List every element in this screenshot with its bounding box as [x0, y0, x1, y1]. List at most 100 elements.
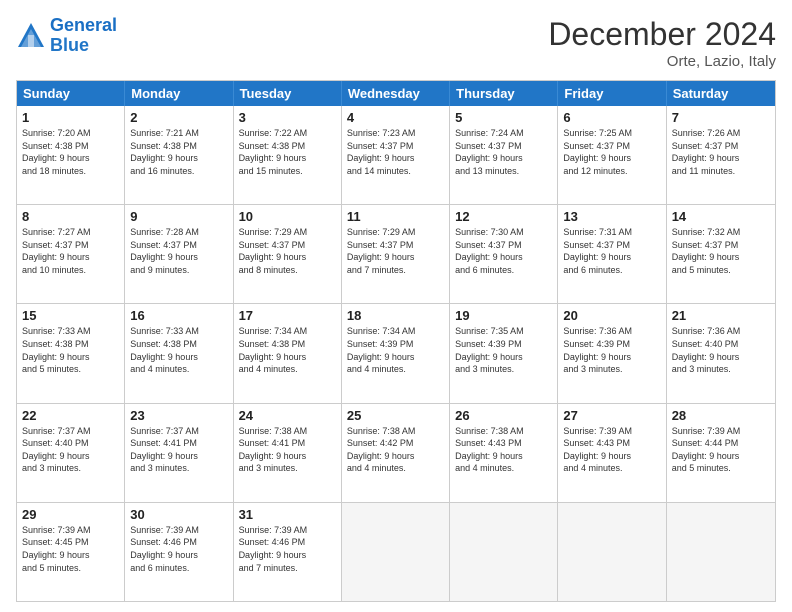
table-row: 26 Sunrise: 7:38 AMSunset: 4:43 PMDayligh…	[450, 404, 558, 502]
logo-line2: Blue	[50, 35, 89, 55]
cell-info: Sunrise: 7:37 AMSunset: 4:40 PMDaylight:…	[22, 425, 119, 475]
cell-info: Sunrise: 7:39 AMSunset: 4:44 PMDaylight:…	[672, 425, 770, 475]
day-number: 27	[563, 408, 660, 423]
table-row: 31 Sunrise: 7:39 AMSunset: 4:46 PMDayligh…	[234, 503, 342, 601]
cell-info: Sunrise: 7:28 AMSunset: 4:37 PMDaylight:…	[130, 226, 227, 276]
cell-info: Sunrise: 7:38 AMSunset: 4:41 PMDaylight:…	[239, 425, 336, 475]
cell-info: Sunrise: 7:38 AMSunset: 4:43 PMDaylight:…	[455, 425, 552, 475]
day-number: 19	[455, 308, 552, 323]
day-number: 4	[347, 110, 444, 125]
cell-info: Sunrise: 7:38 AMSunset: 4:42 PMDaylight:…	[347, 425, 444, 475]
cell-info: Sunrise: 7:33 AMSunset: 4:38 PMDaylight:…	[22, 325, 119, 375]
table-row: 2 Sunrise: 7:21 AMSunset: 4:38 PMDaylight…	[125, 106, 233, 204]
day-number: 26	[455, 408, 552, 423]
page: General Blue December 2024 Orte, Lazio, …	[0, 0, 792, 612]
day-number: 31	[239, 507, 336, 522]
table-row: 18 Sunrise: 7:34 AMSunset: 4:39 PMDayligh…	[342, 304, 450, 402]
cell-info: Sunrise: 7:34 AMSunset: 4:38 PMDaylight:…	[239, 325, 336, 375]
table-row: 1Sunrise: 7:20 AMSunset: 4:38 PMDaylight…	[17, 106, 125, 204]
logo-line1: General	[50, 15, 117, 35]
calendar-row: 8Sunrise: 7:27 AMSunset: 4:37 PMDaylight…	[17, 204, 775, 303]
cell-info: Sunrise: 7:34 AMSunset: 4:39 PMDaylight:…	[347, 325, 444, 375]
day-number: 17	[239, 308, 336, 323]
cell-info: Sunrise: 7:29 AMSunset: 4:37 PMDaylight:…	[347, 226, 444, 276]
table-row	[450, 503, 558, 601]
calendar-row: 22Sunrise: 7:37 AMSunset: 4:40 PMDayligh…	[17, 403, 775, 502]
day-number: 10	[239, 209, 336, 224]
day-number: 5	[455, 110, 552, 125]
cell-info: Sunrise: 7:29 AMSunset: 4:37 PMDaylight:…	[239, 226, 336, 276]
table-row: 13Sunrise: 7:31 AMSunset: 4:37 PMDayligh…	[558, 205, 666, 303]
cell-info: Sunrise: 7:37 AMSunset: 4:41 PMDaylight:…	[130, 425, 227, 475]
table-row: 27 Sunrise: 7:39 AMSunset: 4:43 PMDayligh…	[558, 404, 666, 502]
table-row: 20 Sunrise: 7:36 AMSunset: 4:39 PMDayligh…	[558, 304, 666, 402]
day-number: 2	[130, 110, 227, 125]
cell-info: Sunrise: 7:33 AMSunset: 4:38 PMDaylight:…	[130, 325, 227, 375]
cell-info: Sunrise: 7:39 AMSunset: 4:46 PMDaylight:…	[130, 524, 227, 574]
day-number: 13	[563, 209, 660, 224]
table-row: 6Sunrise: 7:25 AMSunset: 4:37 PMDaylight…	[558, 106, 666, 204]
day-number: 24	[239, 408, 336, 423]
table-row: 16Sunrise: 7:33 AMSunset: 4:38 PMDayligh…	[125, 304, 233, 402]
day-number: 3	[239, 110, 336, 125]
cell-info: Sunrise: 7:30 AMSunset: 4:37 PMDaylight:…	[455, 226, 552, 276]
header-day-thursday: Thursday	[450, 81, 558, 106]
day-number: 18	[347, 308, 444, 323]
table-row: 29Sunrise: 7:39 AMSunset: 4:45 PMDayligh…	[17, 503, 125, 601]
logo: General Blue	[16, 16, 117, 56]
cell-info: Sunrise: 7:22 AMSunset: 4:38 PMDaylight:…	[239, 127, 336, 177]
header-day-tuesday: Tuesday	[234, 81, 342, 106]
cell-info: Sunrise: 7:24 AMSunset: 4:37 PMDaylight:…	[455, 127, 552, 177]
header-day-monday: Monday	[125, 81, 233, 106]
location: Orte, Lazio, Italy	[548, 53, 776, 70]
title-area: December 2024 Orte, Lazio, Italy	[548, 16, 776, 70]
cell-info: Sunrise: 7:21 AMSunset: 4:38 PMDaylight:…	[130, 127, 227, 177]
day-number: 23	[130, 408, 227, 423]
table-row: 12 Sunrise: 7:30 AMSunset: 4:37 PMDayligh…	[450, 205, 558, 303]
cell-info: Sunrise: 7:39 AMSunset: 4:43 PMDaylight:…	[563, 425, 660, 475]
cell-info: Sunrise: 7:27 AMSunset: 4:37 PMDaylight:…	[22, 226, 119, 276]
table-row: 3 Sunrise: 7:22 AMSunset: 4:38 PMDaylight…	[234, 106, 342, 204]
day-number: 12	[455, 209, 552, 224]
cell-info: Sunrise: 7:26 AMSunset: 4:37 PMDaylight:…	[672, 127, 770, 177]
table-row: 8Sunrise: 7:27 AMSunset: 4:37 PMDaylight…	[17, 205, 125, 303]
cell-info: Sunrise: 7:39 AMSunset: 4:46 PMDaylight:…	[239, 524, 336, 574]
cell-info: Sunrise: 7:36 AMSunset: 4:40 PMDaylight:…	[672, 325, 770, 375]
cell-info: Sunrise: 7:25 AMSunset: 4:37 PMDaylight:…	[563, 127, 660, 177]
header-day-friday: Friday	[558, 81, 666, 106]
cell-info: Sunrise: 7:23 AMSunset: 4:37 PMDaylight:…	[347, 127, 444, 177]
header: General Blue December 2024 Orte, Lazio, …	[16, 16, 776, 70]
day-number: 14	[672, 209, 770, 224]
table-row: 24 Sunrise: 7:38 AMSunset: 4:41 PMDayligh…	[234, 404, 342, 502]
cell-info: Sunrise: 7:35 AMSunset: 4:39 PMDaylight:…	[455, 325, 552, 375]
table-row: 7 Sunrise: 7:26 AMSunset: 4:37 PMDaylight…	[667, 106, 775, 204]
day-number: 28	[672, 408, 770, 423]
day-number: 11	[347, 209, 444, 224]
calendar-body: 1Sunrise: 7:20 AMSunset: 4:38 PMDaylight…	[17, 106, 775, 601]
calendar-row: 1Sunrise: 7:20 AMSunset: 4:38 PMDaylight…	[17, 106, 775, 204]
calendar-row: 29Sunrise: 7:39 AMSunset: 4:45 PMDayligh…	[17, 502, 775, 601]
table-row: 23 Sunrise: 7:37 AMSunset: 4:41 PMDayligh…	[125, 404, 233, 502]
logo-text: General Blue	[50, 16, 117, 56]
logo-icon	[16, 21, 46, 51]
table-row: 11 Sunrise: 7:29 AMSunset: 4:37 PMDayligh…	[342, 205, 450, 303]
day-number: 20	[563, 308, 660, 323]
cell-info: Sunrise: 7:20 AMSunset: 4:38 PMDaylight:…	[22, 127, 119, 177]
table-row: 19 Sunrise: 7:35 AMSunset: 4:39 PMDayligh…	[450, 304, 558, 402]
table-row: 17 Sunrise: 7:34 AMSunset: 4:38 PMDayligh…	[234, 304, 342, 402]
day-number: 7	[672, 110, 770, 125]
table-row: 21 Sunrise: 7:36 AMSunset: 4:40 PMDayligh…	[667, 304, 775, 402]
cell-info: Sunrise: 7:36 AMSunset: 4:39 PMDaylight:…	[563, 325, 660, 375]
cell-info: Sunrise: 7:39 AMSunset: 4:45 PMDaylight:…	[22, 524, 119, 574]
table-row: 15 Sunrise: 7:33 AMSunset: 4:38 PMDayligh…	[17, 304, 125, 402]
calendar-header: SundayMondayTuesdayWednesdayThursdayFrid…	[17, 81, 775, 106]
day-number: 21	[672, 308, 770, 323]
table-row: 28 Sunrise: 7:39 AMSunset: 4:44 PMDayligh…	[667, 404, 775, 502]
header-day-saturday: Saturday	[667, 81, 775, 106]
header-day-wednesday: Wednesday	[342, 81, 450, 106]
header-day-sunday: Sunday	[17, 81, 125, 106]
table-row: 5 Sunrise: 7:24 AMSunset: 4:37 PMDaylight…	[450, 106, 558, 204]
day-number: 15	[22, 308, 119, 323]
month-title: December 2024	[548, 16, 776, 53]
table-row: 25Sunrise: 7:38 AMSunset: 4:42 PMDayligh…	[342, 404, 450, 502]
